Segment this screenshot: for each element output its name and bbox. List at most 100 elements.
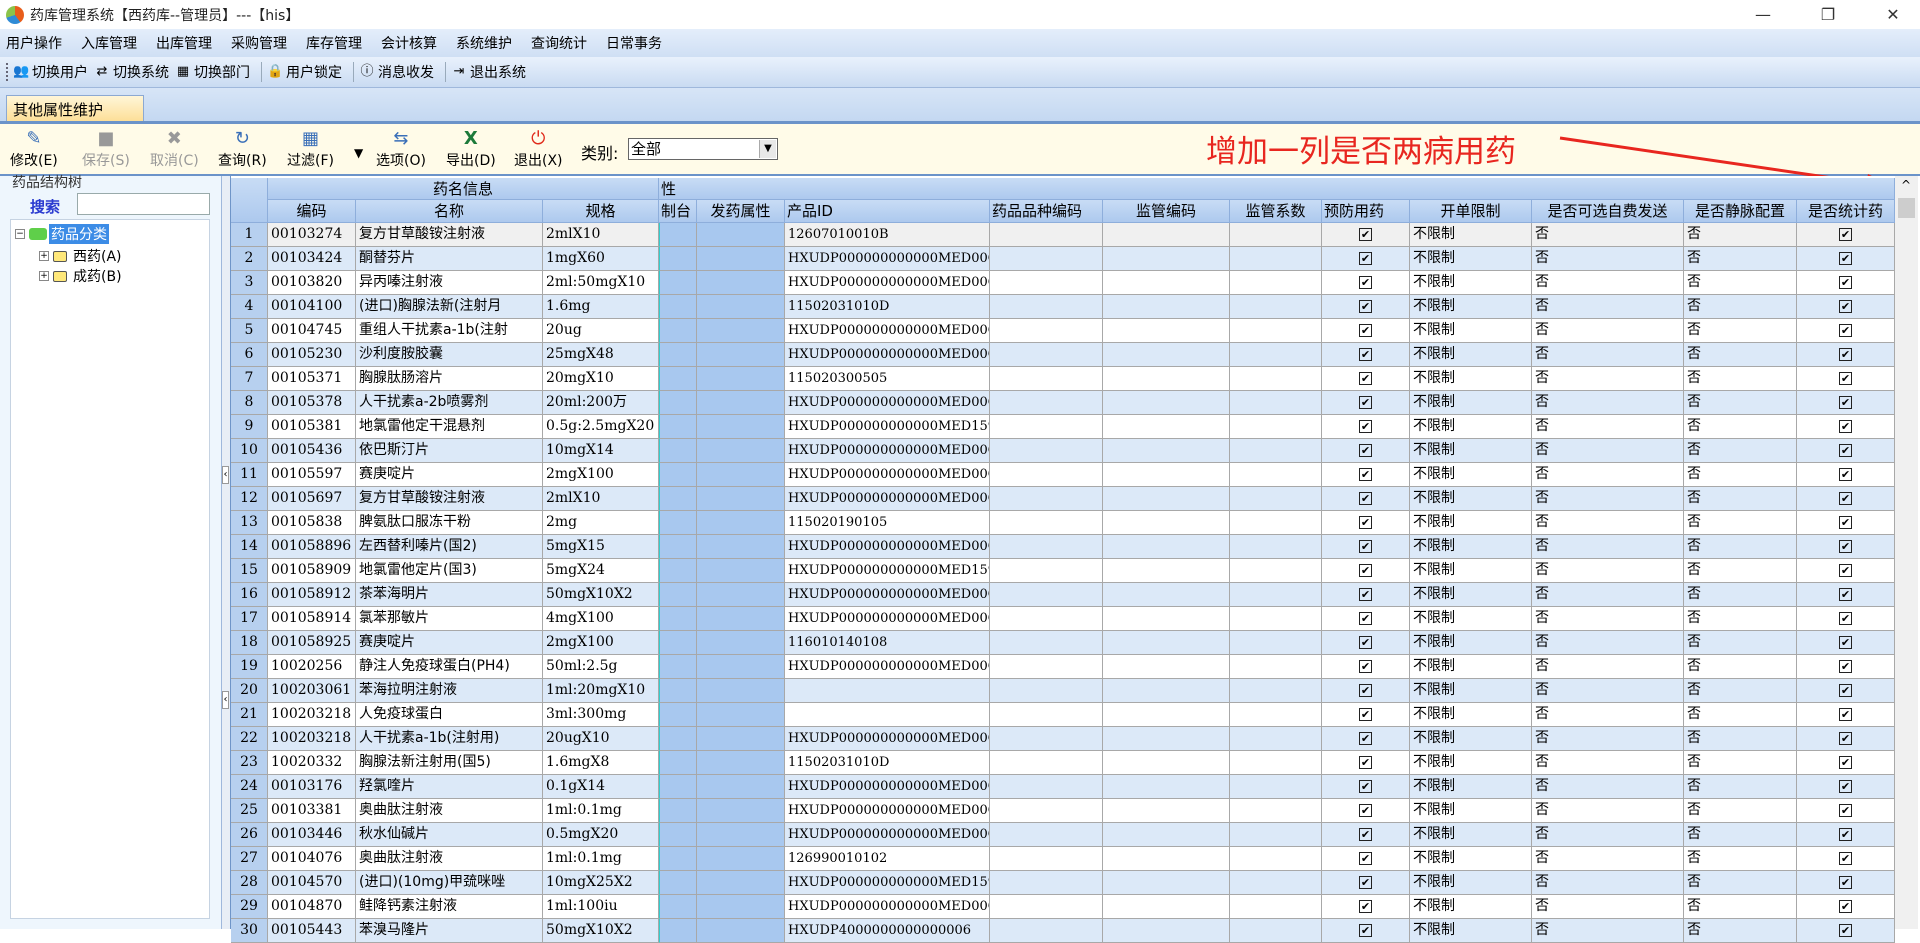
- table-cell[interactable]: [990, 655, 1103, 679]
- action-button-3[interactable]: ✖ 取消(C): [150, 128, 199, 170]
- table-cell[interactable]: [990, 511, 1103, 535]
- table-cell[interactable]: 否: [1532, 463, 1684, 487]
- table-cell[interactable]: [659, 631, 697, 655]
- table-cell[interactable]: [1103, 367, 1230, 391]
- row-number[interactable]: 25: [231, 799, 268, 823]
- tree-node-patent[interactable]: + 成药(B): [39, 266, 122, 286]
- table-cell[interactable]: 否: [1684, 919, 1797, 943]
- row-number[interactable]: 15: [231, 559, 268, 583]
- table-cell[interactable]: 否: [1684, 295, 1797, 319]
- table-cell[interactable]: [1103, 535, 1230, 559]
- preventive-checkbox[interactable]: ✔: [1359, 275, 1372, 289]
- table-cell[interactable]: ✔: [1322, 583, 1410, 607]
- table-cell[interactable]: ✔: [1322, 895, 1410, 919]
- table-row[interactable]: 12 00105697 复方甘草酸铵注射液 2mlX10 HXUDP0000000000…: [231, 487, 1895, 511]
- table-cell[interactable]: 1ml:20mgX10: [543, 679, 659, 703]
- preventive-checkbox[interactable]: ✔: [1359, 347, 1372, 361]
- table-cell[interactable]: 否: [1684, 895, 1797, 919]
- preventive-checkbox[interactable]: ✔: [1359, 395, 1372, 409]
- table-cell[interactable]: 否: [1532, 247, 1684, 271]
- table-cell[interactable]: [1230, 679, 1322, 703]
- table-cell[interactable]: 1.6mgX8: [543, 751, 659, 775]
- table-cell[interactable]: [659, 847, 697, 871]
- scroll-up-icon[interactable]: ^: [1901, 178, 1911, 192]
- table-cell[interactable]: ✔: [1797, 703, 1895, 727]
- table-cell[interactable]: [1230, 487, 1322, 511]
- table-cell[interactable]: 否: [1684, 463, 1797, 487]
- preventive-checkbox[interactable]: ✔: [1359, 299, 1372, 313]
- table-cell[interactable]: [1103, 223, 1230, 247]
- table-cell[interactable]: [659, 223, 697, 247]
- toolbar-grip[interactable]: [6, 63, 9, 81]
- menu-item[interactable]: 会计核算: [381, 33, 437, 53]
- table-cell[interactable]: [1230, 583, 1322, 607]
- column-header[interactable]: 是否统计药: [1797, 200, 1895, 223]
- table-cell[interactable]: [1230, 559, 1322, 583]
- table-cell[interactable]: 00105597: [268, 463, 356, 487]
- table-row[interactable]: 26 00103446 秋水仙碱片 0.5mgX20 HXUDP000000000000…: [231, 823, 1895, 847]
- table-cell[interactable]: ✔: [1797, 919, 1895, 943]
- menu-item[interactable]: 库存管理: [306, 33, 362, 53]
- table-cell[interactable]: ✔: [1797, 271, 1895, 295]
- table-cell[interactable]: ✔: [1797, 775, 1895, 799]
- table-cell[interactable]: 00105378: [268, 391, 356, 415]
- table-cell[interactable]: [697, 679, 785, 703]
- table-cell[interactable]: ✔: [1797, 679, 1895, 703]
- table-cell[interactable]: [1103, 487, 1230, 511]
- table-cell[interactable]: [990, 775, 1103, 799]
- table-cell[interactable]: 00103424: [268, 247, 356, 271]
- menu-item[interactable]: 日常事务: [606, 33, 662, 53]
- table-cell[interactable]: ✔: [1797, 511, 1895, 535]
- close-button[interactable]: ✕: [1870, 0, 1916, 29]
- table-cell[interactable]: [1230, 871, 1322, 895]
- table-cell[interactable]: [990, 703, 1103, 727]
- table-cell[interactable]: [697, 751, 785, 775]
- collapse-icon[interactable]: −: [15, 229, 25, 239]
- table-cell[interactable]: 不限制: [1410, 247, 1532, 271]
- statistic-checkbox[interactable]: ✔: [1839, 443, 1852, 457]
- table-cell[interactable]: ✔: [1322, 631, 1410, 655]
- table-cell[interactable]: [659, 703, 697, 727]
- table-cell[interactable]: [697, 871, 785, 895]
- preventive-checkbox[interactable]: ✔: [1359, 731, 1372, 745]
- row-number-header[interactable]: [231, 178, 268, 223]
- table-cell[interactable]: [697, 847, 785, 871]
- table-cell[interactable]: 不限制: [1410, 775, 1532, 799]
- table-cell[interactable]: 否: [1532, 631, 1684, 655]
- statistic-checkbox[interactable]: ✔: [1839, 611, 1852, 625]
- table-cell[interactable]: 否: [1532, 583, 1684, 607]
- table-cell[interactable]: [990, 799, 1103, 823]
- preventive-checkbox[interactable]: ✔: [1359, 563, 1372, 577]
- table-cell[interactable]: 不限制: [1410, 583, 1532, 607]
- table-cell[interactable]: ✔: [1322, 367, 1410, 391]
- table-cell[interactable]: [697, 367, 785, 391]
- table-cell[interactable]: HXUDP000000000000MED00C: [785, 439, 990, 463]
- table-cell[interactable]: ✔: [1797, 727, 1895, 751]
- table-row[interactable]: 17 001058914 氯苯那敏片 4mgX100 HXUDP000000000000…: [231, 607, 1895, 631]
- column-header[interactable]: 监管编码: [1103, 200, 1230, 223]
- table-cell[interactable]: 100203218: [268, 703, 356, 727]
- row-number[interactable]: 23: [231, 751, 268, 775]
- table-cell[interactable]: [1103, 583, 1230, 607]
- table-cell[interactable]: [697, 319, 785, 343]
- action-button-8[interactable]: ⏻ 退出(X): [514, 128, 563, 170]
- table-cell[interactable]: 1ml:0.1mg: [543, 799, 659, 823]
- table-cell[interactable]: 否: [1684, 319, 1797, 343]
- scrollbar-thumb[interactable]: [1898, 198, 1915, 218]
- table-cell[interactable]: [1103, 775, 1230, 799]
- table-cell[interactable]: [697, 607, 785, 631]
- table-cell[interactable]: [1103, 271, 1230, 295]
- toolbar-button-2[interactable]: ⇄ 切换系统: [94, 62, 169, 82]
- table-cell[interactable]: [659, 367, 697, 391]
- table-cell[interactable]: 否: [1684, 439, 1797, 463]
- table-cell[interactable]: 25mgX48: [543, 343, 659, 367]
- table-cell[interactable]: 依巴斯汀片: [356, 439, 543, 463]
- expand-icon[interactable]: +: [39, 251, 49, 261]
- table-cell[interactable]: [990, 535, 1103, 559]
- table-row[interactable]: 25 00103381 奥曲肽注射液 1ml:0.1mg HXUDP0000000000…: [231, 799, 1895, 823]
- table-cell[interactable]: [1103, 751, 1230, 775]
- table-cell[interactable]: 否: [1684, 343, 1797, 367]
- collapse-left-icon[interactable]: ‹: [222, 691, 229, 709]
- column-header[interactable]: 规格: [543, 200, 659, 223]
- table-cell[interactable]: ✔: [1322, 319, 1410, 343]
